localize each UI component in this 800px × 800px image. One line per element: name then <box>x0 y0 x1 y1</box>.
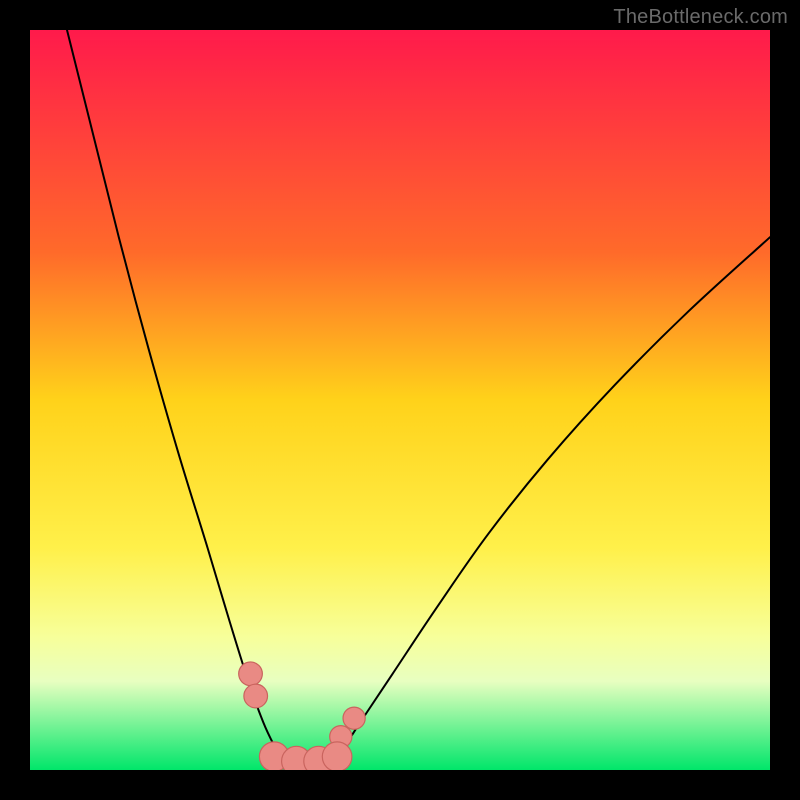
marker-floor-blob-4 <box>322 742 352 770</box>
plot-area <box>30 30 770 770</box>
bottleneck-chart <box>30 30 770 770</box>
gradient-background <box>30 30 770 770</box>
chart-frame: TheBottleneck.com <box>0 0 800 800</box>
marker-left-marker-2 <box>244 684 268 708</box>
watermark-text: TheBottleneck.com <box>613 6 788 29</box>
marker-right-marker-2 <box>343 707 365 729</box>
marker-left-marker-1 <box>239 662 263 686</box>
